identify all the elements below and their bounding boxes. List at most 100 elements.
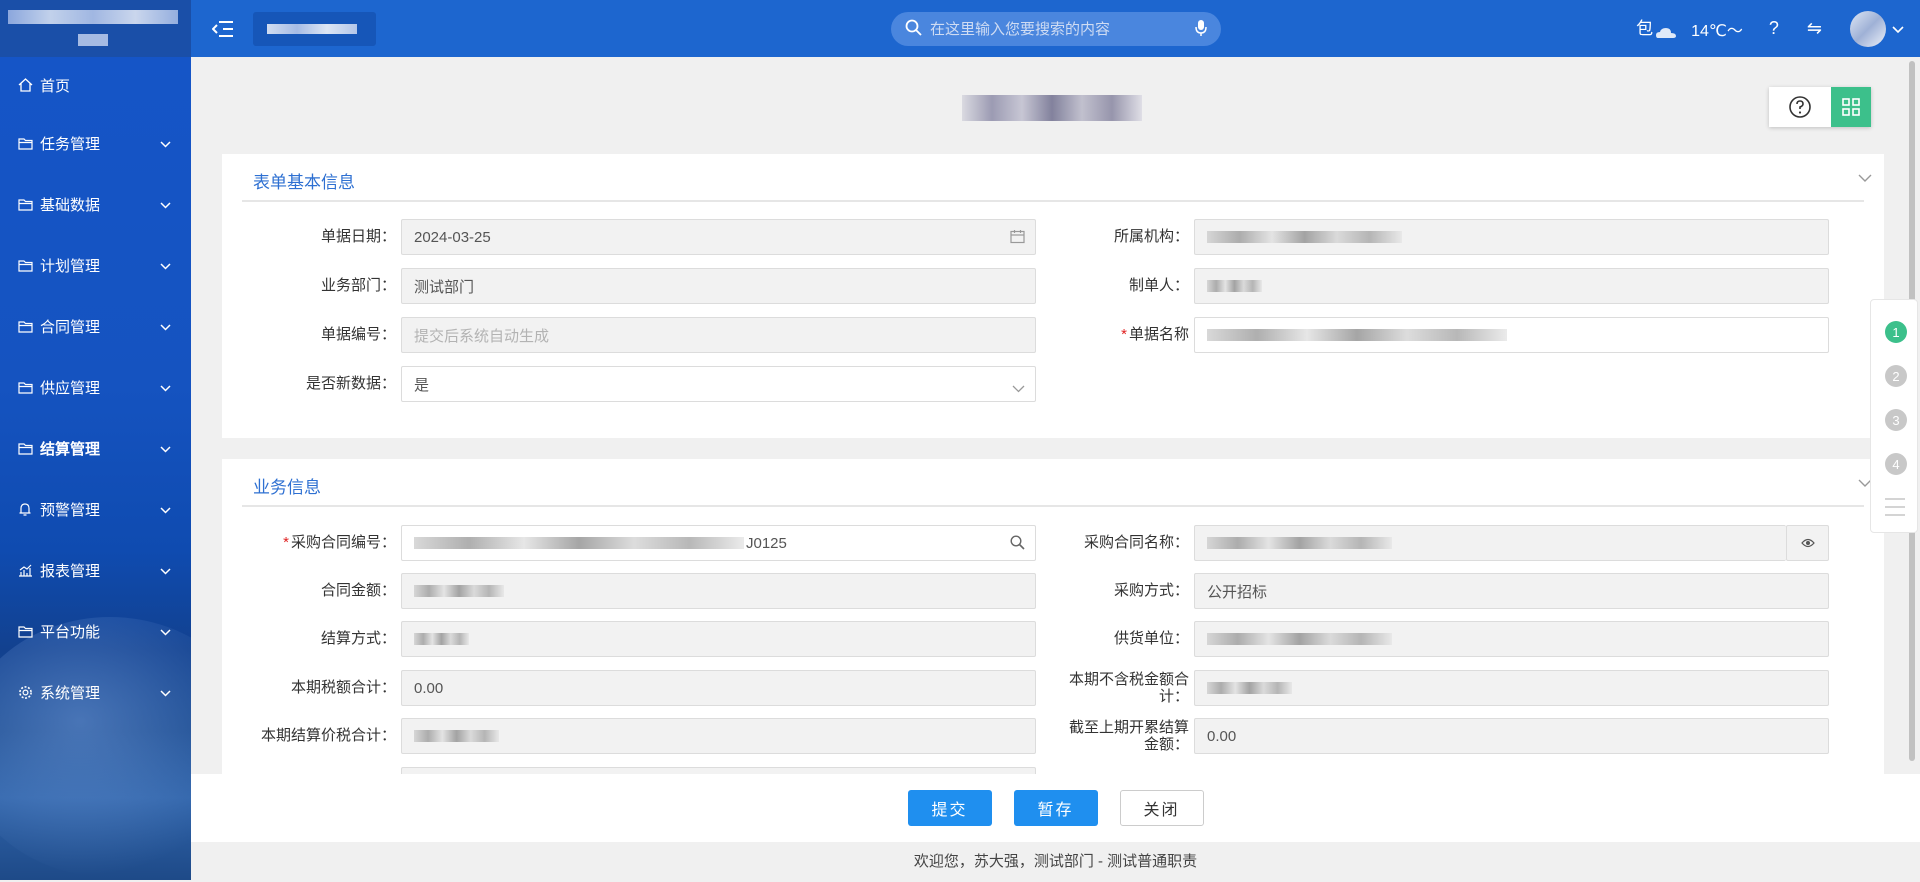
save-draft-button[interactable]: 暂存 xyxy=(1013,790,1098,826)
method-value: 公开招标 xyxy=(1207,583,1268,601)
supplier-label: 供货单位： xyxy=(1113,630,1189,647)
contract-no-field[interactable]: J0125 xyxy=(401,525,1036,561)
close-button[interactable]: 关闭 xyxy=(1119,790,1204,826)
sidebar-item-9[interactable]: 报表管理 xyxy=(0,540,191,601)
grid-view-button[interactable] xyxy=(1831,87,1871,127)
search-icon[interactable] xyxy=(1010,535,1025,554)
step-4[interactable]: 4 xyxy=(1885,453,1907,475)
step-1[interactable]: 1 xyxy=(1885,321,1907,343)
chevron-down-icon[interactable] xyxy=(1012,380,1025,397)
menu-toggle-icon[interactable] xyxy=(209,15,237,43)
sidebar-item-2[interactable]: 任务管理 xyxy=(0,113,191,174)
next-field[interactable] xyxy=(401,767,1036,774)
creator-field[interactable] xyxy=(1194,268,1829,304)
sidebar-item-4[interactable]: 计划管理 xyxy=(0,235,191,296)
chevron-down-icon xyxy=(160,196,171,213)
basic-info-section: 表单基本信息 单据日期： 2024-03-25 所属机构： 业务部门： 测试部门… xyxy=(222,154,1884,438)
date-value: 2024-03-25 xyxy=(414,228,491,246)
business-info-section: 业务信息 * 采购合同编号： J0125 采购合同名称： 合同金额： 采购方式： … xyxy=(222,459,1884,774)
notax-field[interactable] xyxy=(1194,670,1829,706)
total-label: 本期结算价税合计： xyxy=(260,727,396,744)
temperature: 14℃～ xyxy=(1691,22,1743,40)
weather-widget[interactable]: 包 xyxy=(1636,14,1677,44)
chevron-down-icon[interactable] xyxy=(1858,170,1872,186)
sidebar-item-label: 计划管理 xyxy=(40,258,101,275)
chevron-down-icon xyxy=(160,501,171,518)
date-field[interactable]: 2024-03-25 xyxy=(401,219,1036,255)
main-content: 表单基本信息 单据日期： 2024-03-25 所属机构： 业务部门： 测试部门… xyxy=(191,57,1904,774)
contract-no-suffix: J0125 xyxy=(746,534,787,552)
settle-field[interactable] xyxy=(401,621,1036,657)
bell-icon xyxy=(18,502,34,517)
view-button[interactable] xyxy=(1786,525,1829,561)
switch-icon[interactable]: ⇋ xyxy=(1807,18,1822,39)
method-field[interactable]: 公开招标 xyxy=(1194,573,1829,609)
isnew-select[interactable]: 是 xyxy=(401,366,1036,402)
sidebar-item-10[interactable]: 平台功能 xyxy=(0,601,191,662)
sidebar-item-1[interactable]: 首页 xyxy=(0,57,191,113)
docname-field[interactable] xyxy=(1194,317,1829,353)
tax-label: 本期税额合计： xyxy=(290,679,396,696)
contract-name-field[interactable] xyxy=(1194,525,1786,561)
folder-icon xyxy=(18,442,34,455)
folder-icon xyxy=(18,625,34,638)
step-navigator: 1 2 3 4 xyxy=(1870,299,1918,533)
search-icon[interactable] xyxy=(905,19,922,39)
system-selector[interactable] xyxy=(253,11,376,46)
org-field[interactable] xyxy=(1194,219,1829,255)
sidebar-item-6[interactable]: 供应管理 xyxy=(0,357,191,418)
tax-value: 0.00 xyxy=(414,679,444,697)
sidebar: 首页 任务管理 基础数据计划管理合同管理 供应管理 结算管理 预警管理 报表管理平台功能系统… xyxy=(0,57,191,880)
chevron-down-icon xyxy=(160,623,171,640)
isnew-value: 是 xyxy=(414,376,430,394)
step-3[interactable]: 3 xyxy=(1885,409,1907,431)
help-button[interactable] xyxy=(1769,87,1831,127)
dept-field[interactable]: 测试部门 xyxy=(401,268,1036,304)
total-field[interactable] xyxy=(401,718,1036,754)
tax-field[interactable]: 0.00 xyxy=(401,670,1036,706)
sidebar-item-7[interactable]: 结算管理 xyxy=(0,418,191,479)
page-title xyxy=(962,95,1142,121)
chevron-down-icon xyxy=(160,257,171,274)
prev-total-value: 0.00 xyxy=(1207,727,1237,745)
docno-placeholder: 提交后系统自动生成 xyxy=(414,327,550,345)
microphone-icon[interactable] xyxy=(1195,19,1207,40)
logo xyxy=(0,0,191,57)
docno-field[interactable]: 提交后系统自动生成 xyxy=(401,317,1036,353)
sidebar-item-5[interactable]: 合同管理 xyxy=(0,296,191,357)
sidebar-item-label: 平台功能 xyxy=(40,624,101,641)
supplier-field[interactable] xyxy=(1194,621,1829,657)
date-label: 单据日期： xyxy=(320,228,396,245)
prev-total-field[interactable]: 0.00 xyxy=(1194,718,1829,754)
sidebar-item-3[interactable]: 基础数据 xyxy=(0,174,191,235)
chevron-down-icon xyxy=(160,379,171,396)
help-icon[interactable]: ? xyxy=(1769,18,1779,39)
list-icon[interactable] xyxy=(1884,496,1906,521)
chevron-down-icon xyxy=(160,440,171,457)
creator-label: 制单人： xyxy=(1128,277,1189,294)
avatar[interactable] xyxy=(1850,10,1886,47)
contract-no-label: * 采购合同编号： xyxy=(283,534,396,551)
chevron-down-icon xyxy=(160,135,171,152)
notax-label: 本期不含税金额合 计： xyxy=(1068,671,1189,705)
calendar-icon[interactable] xyxy=(1010,229,1025,248)
section-header: 业务信息 xyxy=(242,459,1872,507)
chevron-down-icon xyxy=(160,684,171,701)
amount-field[interactable] xyxy=(401,573,1036,609)
status-bar: 欢迎您，苏大强，测试部门 - 测试普通职责 xyxy=(191,842,1920,880)
folder-icon xyxy=(18,381,34,394)
sidebar-item-8[interactable]: 预警管理 xyxy=(0,479,191,540)
chevron-down-icon[interactable] xyxy=(1892,21,1904,37)
org-label: 所属机构： xyxy=(1113,228,1189,245)
folder-icon xyxy=(18,259,34,272)
step-2[interactable]: 2 xyxy=(1885,365,1907,387)
page-tools xyxy=(1769,87,1871,127)
section-title: 表单基本信息 xyxy=(253,173,355,192)
top-bar: 包 14℃～ ? ⇋ xyxy=(0,0,1920,57)
submit-button[interactable]: 提交 xyxy=(907,790,992,826)
search-input[interactable] xyxy=(930,20,1195,38)
prev-total-label: 截至上期开累结算 金额： xyxy=(1068,719,1189,753)
sidebar-item-11[interactable]: 系统管理 xyxy=(0,662,191,723)
cloud-icon xyxy=(1655,24,1677,44)
amount-label: 合同金额： xyxy=(320,582,396,599)
